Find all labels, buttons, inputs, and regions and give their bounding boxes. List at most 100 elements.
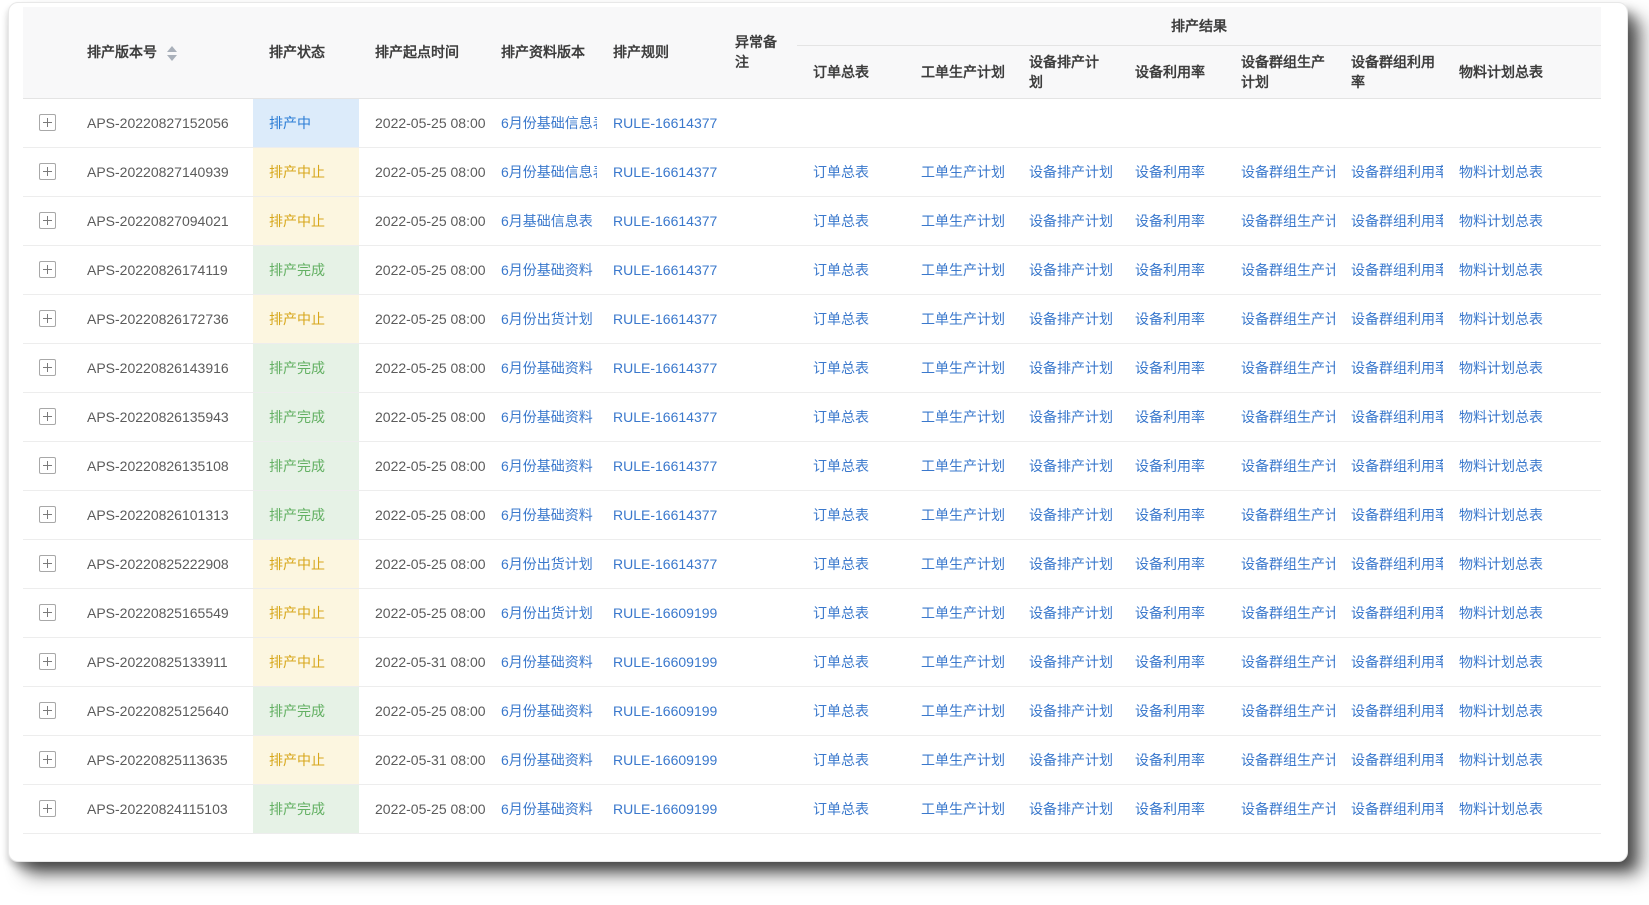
devicegroup-utilization-link[interactable]: 设备群组利用率 bbox=[1351, 213, 1443, 229]
devicegroup-plan-link[interactable]: 设备群组生产计划 bbox=[1241, 262, 1335, 278]
devicegroup-utilization-link[interactable]: 设备群组利用率 bbox=[1351, 360, 1443, 376]
material-plan-total-link[interactable]: 物料计划总表 bbox=[1459, 752, 1543, 768]
device-plan-link[interactable]: 设备排产计划 bbox=[1029, 213, 1113, 229]
material-version-link[interactable]: 6月份基础资料 bbox=[501, 703, 593, 719]
workorder-plan-link[interactable]: 工单生产计划 bbox=[921, 213, 1005, 229]
expand-row-icon[interactable] bbox=[39, 702, 56, 719]
devicegroup-utilization-link[interactable]: 设备群组利用率 bbox=[1351, 556, 1443, 572]
material-version-link[interactable]: 6月份出货计划 bbox=[501, 556, 593, 572]
devicegroup-utilization-link[interactable]: 设备群组利用率 bbox=[1351, 703, 1443, 719]
order-total-link[interactable]: 订单总表 bbox=[813, 654, 869, 670]
devicegroup-utilization-link[interactable]: 设备群组利用率 bbox=[1351, 801, 1443, 817]
material-version-link[interactable]: 6月份基础资料 bbox=[501, 360, 593, 376]
workorder-plan-link[interactable]: 工单生产计划 bbox=[921, 262, 1005, 278]
device-plan-link[interactable]: 设备排产计划 bbox=[1029, 262, 1113, 278]
device-plan-link[interactable]: 设备排产计划 bbox=[1029, 507, 1113, 523]
devicegroup-plan-link[interactable]: 设备群组生产计划 bbox=[1241, 556, 1335, 572]
device-utilization-link[interactable]: 设备利用率 bbox=[1135, 213, 1205, 229]
devicegroup-plan-link[interactable]: 设备群组生产计划 bbox=[1241, 752, 1335, 768]
caret-up-icon[interactable] bbox=[167, 46, 177, 52]
material-version-link[interactable]: 6月份基础资料 bbox=[501, 752, 593, 768]
material-version-link[interactable]: 6月份基础资料 bbox=[501, 507, 593, 523]
devicegroup-utilization-link[interactable]: 设备群组利用率 bbox=[1351, 654, 1443, 670]
expand-row-icon[interactable] bbox=[39, 408, 56, 425]
device-utilization-link[interactable]: 设备利用率 bbox=[1135, 164, 1205, 180]
device-plan-link[interactable]: 设备排产计划 bbox=[1029, 752, 1113, 768]
material-version-link[interactable]: 6月份出货计划 bbox=[501, 311, 593, 327]
device-utilization-link[interactable]: 设备利用率 bbox=[1135, 507, 1205, 523]
devicegroup-plan-link[interactable]: 设备群组生产计划 bbox=[1241, 605, 1335, 621]
material-plan-total-link[interactable]: 物料计划总表 bbox=[1459, 605, 1543, 621]
order-total-link[interactable]: 订单总表 bbox=[813, 507, 869, 523]
rule-link[interactable]: RULE-16614377 bbox=[613, 262, 717, 278]
material-plan-total-link[interactable]: 物料计划总表 bbox=[1459, 458, 1543, 474]
workorder-plan-link[interactable]: 工单生产计划 bbox=[921, 360, 1005, 376]
rule-link[interactable]: RULE-16614377 bbox=[613, 409, 717, 425]
workorder-plan-link[interactable]: 工单生产计划 bbox=[921, 164, 1005, 180]
device-utilization-link[interactable]: 设备利用率 bbox=[1135, 360, 1205, 376]
expand-row-icon[interactable] bbox=[39, 506, 56, 523]
material-plan-total-link[interactable]: 物料计划总表 bbox=[1459, 556, 1543, 572]
device-plan-link[interactable]: 设备排产计划 bbox=[1029, 311, 1113, 327]
material-plan-total-link[interactable]: 物料计划总表 bbox=[1459, 703, 1543, 719]
rule-link[interactable]: RULE-16614377 bbox=[613, 164, 717, 180]
material-plan-total-link[interactable]: 物料计划总表 bbox=[1459, 507, 1543, 523]
order-total-link[interactable]: 订单总表 bbox=[813, 458, 869, 474]
workorder-plan-link[interactable]: 工单生产计划 bbox=[921, 654, 1005, 670]
workorder-plan-link[interactable]: 工单生产计划 bbox=[921, 409, 1005, 425]
device-utilization-link[interactable]: 设备利用率 bbox=[1135, 605, 1205, 621]
order-total-link[interactable]: 订单总表 bbox=[813, 703, 869, 719]
order-total-link[interactable]: 订单总表 bbox=[813, 262, 869, 278]
device-utilization-link[interactable]: 设备利用率 bbox=[1135, 801, 1205, 817]
expand-row-icon[interactable] bbox=[39, 114, 56, 131]
expand-row-icon[interactable] bbox=[39, 604, 56, 621]
device-utilization-link[interactable]: 设备利用率 bbox=[1135, 262, 1205, 278]
devicegroup-utilization-link[interactable]: 设备群组利用率 bbox=[1351, 605, 1443, 621]
device-plan-link[interactable]: 设备排产计划 bbox=[1029, 654, 1113, 670]
rule-link[interactable]: RULE-16614377 bbox=[613, 115, 717, 131]
devicegroup-plan-link[interactable]: 设备群组生产计划 bbox=[1241, 360, 1335, 376]
devicegroup-plan-link[interactable]: 设备群组生产计划 bbox=[1241, 458, 1335, 474]
device-plan-link[interactable]: 设备排产计划 bbox=[1029, 703, 1113, 719]
material-plan-total-link[interactable]: 物料计划总表 bbox=[1459, 654, 1543, 670]
devicegroup-utilization-link[interactable]: 设备群组利用率 bbox=[1351, 458, 1443, 474]
device-plan-link[interactable]: 设备排产计划 bbox=[1029, 409, 1113, 425]
rule-link[interactable]: RULE-16609199 bbox=[613, 703, 717, 719]
workorder-plan-link[interactable]: 工单生产计划 bbox=[921, 752, 1005, 768]
expand-row-icon[interactable] bbox=[39, 653, 56, 670]
workorder-plan-link[interactable]: 工单生产计划 bbox=[921, 458, 1005, 474]
caret-down-icon[interactable] bbox=[167, 55, 177, 61]
material-version-link[interactable]: 6月份基础资料 bbox=[501, 654, 593, 670]
material-plan-total-link[interactable]: 物料计划总表 bbox=[1459, 262, 1543, 278]
order-total-link[interactable]: 订单总表 bbox=[813, 752, 869, 768]
material-version-link[interactable]: 6月份基础资料 bbox=[501, 801, 593, 817]
device-plan-link[interactable]: 设备排产计划 bbox=[1029, 360, 1113, 376]
order-total-link[interactable]: 订单总表 bbox=[813, 360, 869, 376]
workorder-plan-link[interactable]: 工单生产计划 bbox=[921, 801, 1005, 817]
order-total-link[interactable]: 订单总表 bbox=[813, 605, 869, 621]
material-version-link[interactable]: 6月份出货计划 bbox=[501, 605, 593, 621]
devicegroup-utilization-link[interactable]: 设备群组利用率 bbox=[1351, 409, 1443, 425]
expand-row-icon[interactable] bbox=[39, 555, 56, 572]
device-plan-link[interactable]: 设备排产计划 bbox=[1029, 556, 1113, 572]
order-total-link[interactable]: 订单总表 bbox=[813, 409, 869, 425]
rule-link[interactable]: RULE-16614377 bbox=[613, 360, 717, 376]
material-plan-total-link[interactable]: 物料计划总表 bbox=[1459, 311, 1543, 327]
devicegroup-plan-link[interactable]: 设备群组生产计划 bbox=[1241, 654, 1335, 670]
expand-row-icon[interactable] bbox=[39, 261, 56, 278]
rule-link[interactable]: RULE-16614377 bbox=[613, 311, 717, 327]
device-plan-link[interactable]: 设备排产计划 bbox=[1029, 458, 1113, 474]
expand-row-icon[interactable] bbox=[39, 800, 56, 817]
device-plan-link[interactable]: 设备排产计划 bbox=[1029, 164, 1113, 180]
device-plan-link[interactable]: 设备排产计划 bbox=[1029, 801, 1113, 817]
devicegroup-plan-link[interactable]: 设备群组生产计划 bbox=[1241, 213, 1335, 229]
expand-row-icon[interactable] bbox=[39, 359, 56, 376]
rule-link[interactable]: RULE-16609199 bbox=[613, 654, 717, 670]
material-plan-total-link[interactable]: 物料计划总表 bbox=[1459, 213, 1543, 229]
devicegroup-utilization-link[interactable]: 设备群组利用率 bbox=[1351, 752, 1443, 768]
devicegroup-plan-link[interactable]: 设备群组生产计划 bbox=[1241, 164, 1335, 180]
devicegroup-utilization-link[interactable]: 设备群组利用率 bbox=[1351, 164, 1443, 180]
device-utilization-link[interactable]: 设备利用率 bbox=[1135, 752, 1205, 768]
devicegroup-plan-link[interactable]: 设备群组生产计划 bbox=[1241, 703, 1335, 719]
material-plan-total-link[interactable]: 物料计划总表 bbox=[1459, 360, 1543, 376]
